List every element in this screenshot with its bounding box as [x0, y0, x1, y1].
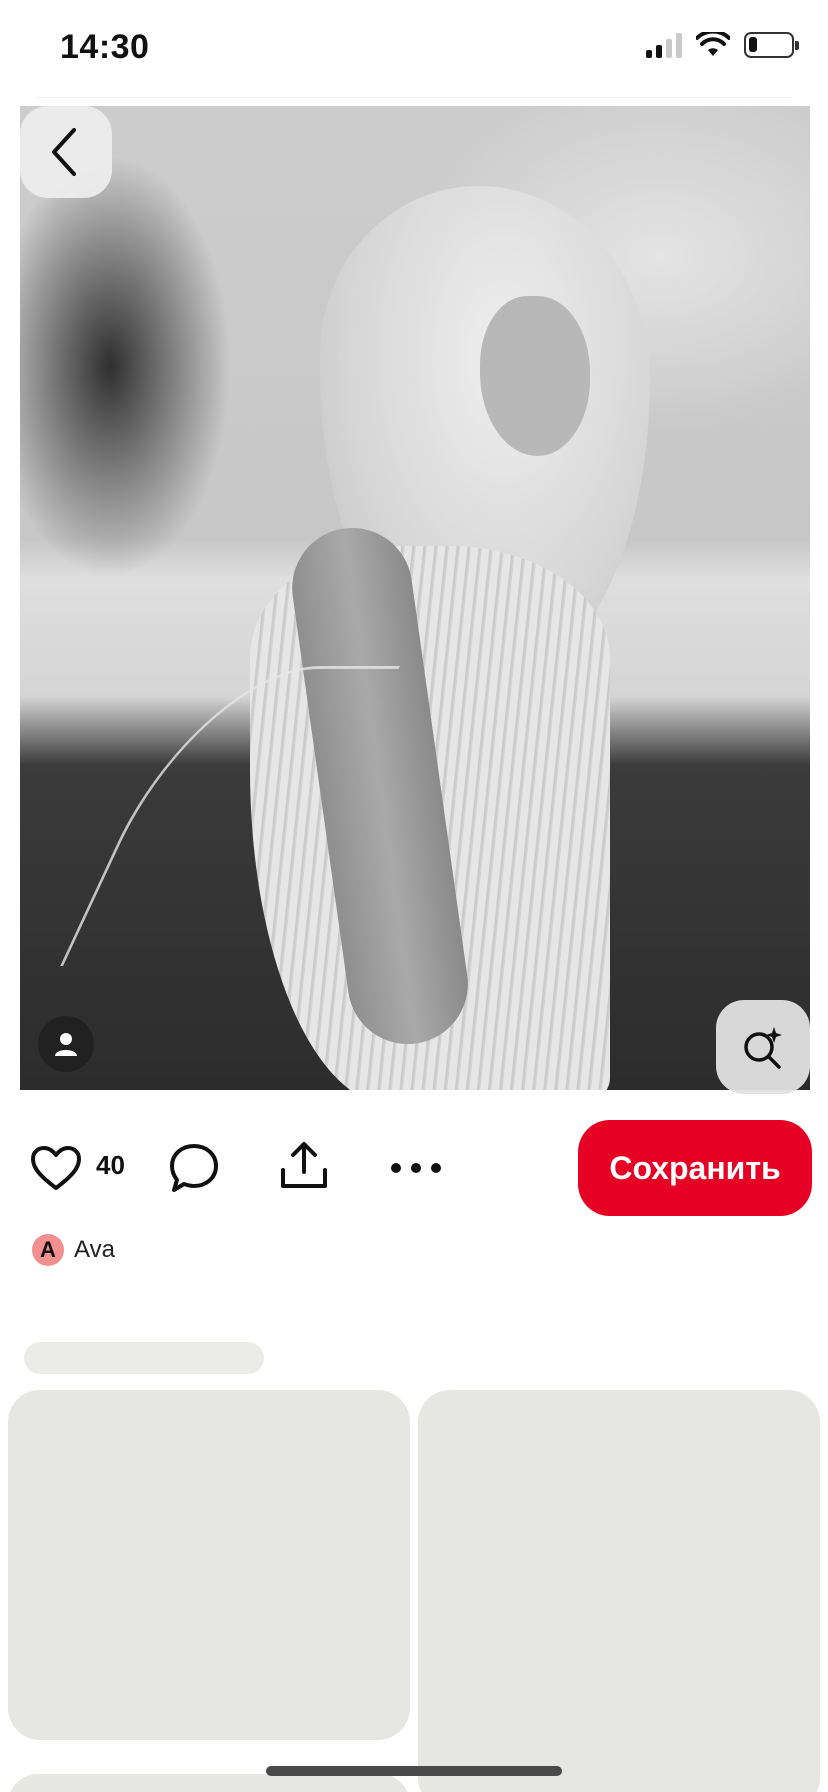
back-button[interactable]: [20, 106, 112, 198]
person-icon: [55, 1033, 77, 1056]
visual-search-button[interactable]: [716, 1000, 810, 1094]
more-horizontal-icon: [391, 1163, 441, 1173]
author-name: Ava: [74, 1236, 115, 1263]
share-button[interactable]: [276, 1138, 332, 1194]
skeleton-card: [8, 1774, 410, 1792]
top-divider: [36, 97, 792, 98]
comment-button[interactable]: [166, 1140, 222, 1196]
share-upload-icon: [281, 1142, 327, 1188]
cellular-signal-icon: [646, 32, 682, 58]
status-icons: [646, 32, 799, 58]
pin-image[interactable]: [20, 106, 810, 1090]
creator-badge[interactable]: [38, 1016, 94, 1072]
skeleton-title-placeholder: [24, 1342, 264, 1374]
heart-icon: [31, 1146, 81, 1190]
skeleton-card: [418, 1390, 820, 1792]
author-avatar: A: [32, 1234, 64, 1266]
like-count: 40: [96, 1150, 125, 1180]
battery-icon: [744, 32, 799, 58]
photo-face: [480, 296, 590, 456]
chevron-left-icon: [52, 128, 76, 176]
sparkle-search-icon: [744, 1027, 782, 1069]
home-indicator: [266, 1766, 562, 1776]
battery-level: [749, 37, 757, 52]
action-row: 40 Сохранить: [0, 1120, 828, 1216]
author-row[interactable]: A Ava: [32, 1232, 115, 1268]
status-time: 14:30: [60, 28, 150, 66]
pin-detail-screen: 14:30 40 Сохранить A Ava: [0, 0, 828, 1792]
like-button[interactable]: [28, 1142, 84, 1194]
more-button[interactable]: [388, 1146, 444, 1190]
save-button[interactable]: Сохранить: [578, 1120, 812, 1216]
wifi-icon: [696, 32, 730, 56]
speech-bubble-icon: [170, 1144, 218, 1192]
skeleton-card: [8, 1390, 410, 1740]
status-bar: 14:30: [0, 0, 828, 96]
